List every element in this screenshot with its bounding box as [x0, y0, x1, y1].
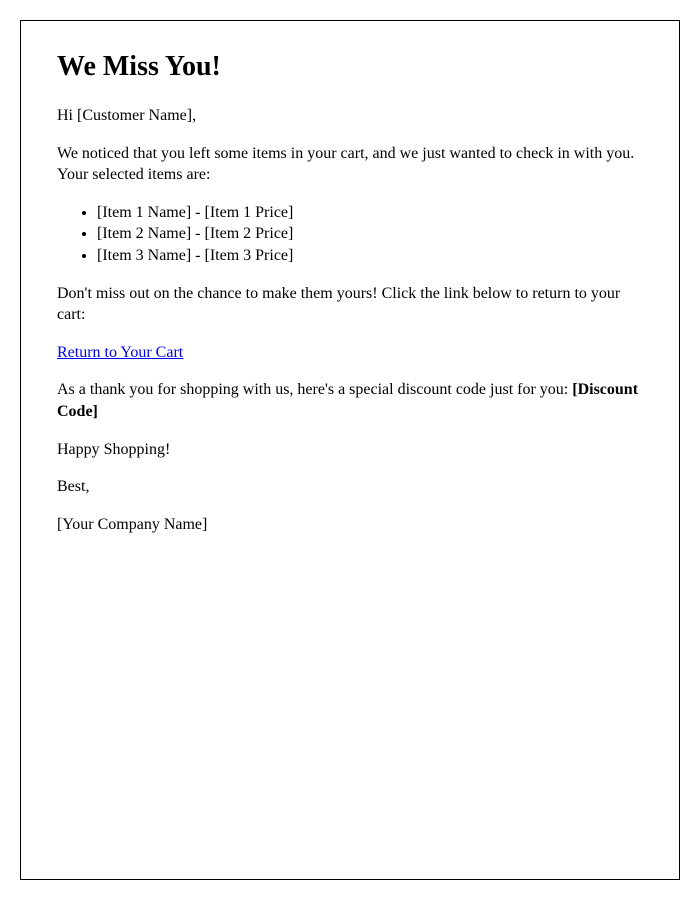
intro-text: We noticed that you left some items in y…	[57, 143, 643, 186]
list-item: [Item 2 Name] - [Item 2 Price]	[97, 223, 643, 245]
page-title: We Miss You!	[57, 51, 643, 83]
happy-text: Happy Shopping!	[57, 439, 643, 461]
discount-prefix: As a thank you for shopping with us, her…	[57, 381, 572, 398]
signoff-text: Best,	[57, 476, 643, 498]
document-container: We Miss You! Hi [Customer Name], We noti…	[20, 20, 680, 880]
list-item: [Item 1 Name] - [Item 1 Price]	[97, 202, 643, 224]
return-to-cart-link[interactable]: Return to Your Cart	[57, 344, 183, 361]
company-name: [Your Company Name]	[57, 514, 643, 536]
greeting-text: Hi [Customer Name],	[57, 105, 643, 127]
cta-text: Don't miss out on the chance to make the…	[57, 283, 643, 326]
list-item: [Item 3 Name] - [Item 3 Price]	[97, 245, 643, 267]
discount-text: As a thank you for shopping with us, her…	[57, 379, 643, 422]
cart-items-list: [Item 1 Name] - [Item 1 Price] [Item 2 N…	[97, 202, 643, 267]
cart-link-paragraph: Return to Your Cart	[57, 342, 643, 364]
